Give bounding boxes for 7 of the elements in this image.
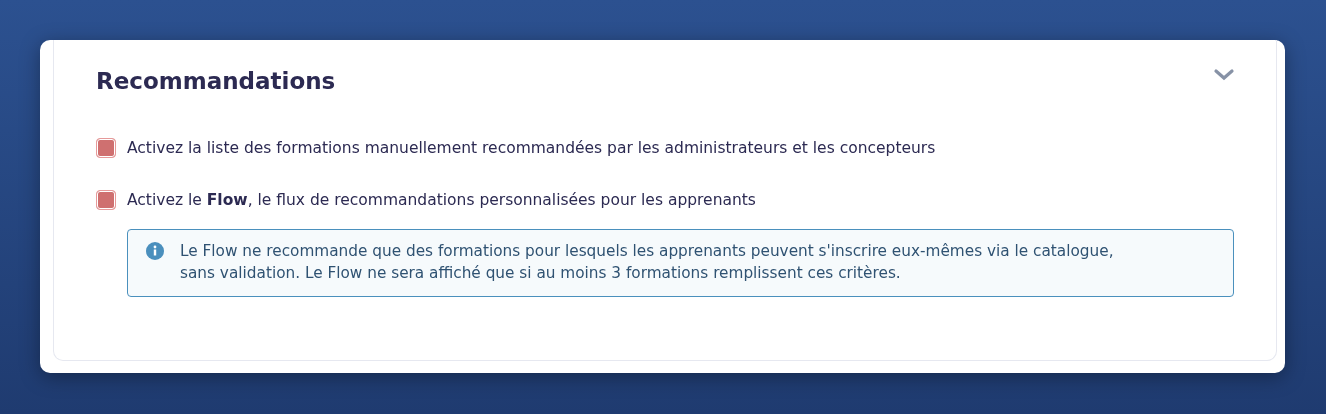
- checkbox[interactable]: [96, 138, 116, 158]
- info-text: Le Flow ne recommande que des formations pour lesquels les apprenants peuvent s'inscrire eux-mêmes via le catalogue, sans validation. Le Flow ne sera affiché que si au moins 3 formations remplissent ces critères.: [180, 241, 1115, 284]
- option-label: Activez le Flow, le flux de recommandations personnalisées pour les apprenants: [127, 191, 756, 209]
- option-label: Activez la liste des formations manuellement recommandées par les administrateurs et les concepteurs: [127, 139, 936, 157]
- info-icon: [146, 242, 164, 260]
- section-title: Recommandations: [96, 68, 336, 94]
- checkbox[interactable]: [96, 190, 116, 210]
